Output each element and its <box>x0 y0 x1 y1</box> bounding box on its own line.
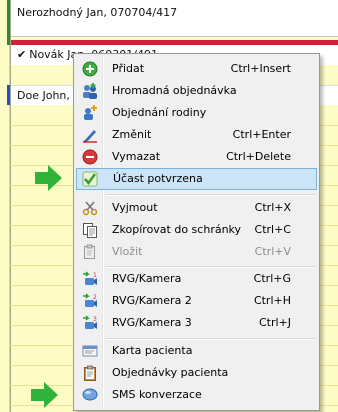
appointment-patient-label: Nerozhodný Jan, 070704/417 <box>17 6 178 19</box>
svg-text:3: 3 <box>93 316 97 323</box>
menu-separator <box>106 194 316 196</box>
menu-item-rvg-kamera[interactable]: 1 RVG/Kamera Ctrl+G <box>76 268 317 290</box>
menu-item-shortcut: Ctrl+Delete <box>226 150 291 163</box>
cut-icon <box>82 201 98 216</box>
green-arrow-icon <box>35 165 62 191</box>
menu-item-label: Vymazat <box>112 150 161 163</box>
menu-item-label: Změnit <box>112 128 152 141</box>
confirm-check-icon <box>82 171 98 187</box>
menu-item-shortcut: Ctrl+J <box>258 316 291 329</box>
menu-item-label: RVG/Kamera 3 <box>112 316 192 329</box>
menu-item-label: Karta pacienta <box>112 344 193 357</box>
menu-item-hromadna-objednavka[interactable]: Hromadná objednávka <box>76 80 317 102</box>
menu-item-ucast-potvrzena[interactable]: Účast potvrzena <box>76 168 317 190</box>
patient-card-icon <box>82 345 98 357</box>
menu-item-sms-konverzace[interactable]: SMS konverzace <box>76 384 317 406</box>
add-icon <box>82 61 98 77</box>
group-order-icon <box>83 83 97 99</box>
menu-item-karta-pacienta[interactable]: Karta pacienta <box>76 340 317 362</box>
menu-item-label: Účast potvrzena <box>113 172 203 185</box>
menu-item-pridat[interactable]: Přidat Ctrl+Insert <box>76 58 317 80</box>
status-bar-green <box>7 0 10 45</box>
menu-item-shortcut: Ctrl+Enter <box>232 128 291 141</box>
menu-item-label: Vyjmout <box>112 201 158 214</box>
menu-item-label: SMS konverzace <box>112 388 202 401</box>
rvg-camera-3-icon: 3 <box>83 315 97 329</box>
menu-item-label: Objednávky pacienta <box>112 366 229 379</box>
green-arrow-icon <box>31 382 58 408</box>
patient-orders-icon <box>84 365 96 381</box>
menu-item-vyjmout[interactable]: Vyjmout Ctrl+X <box>76 197 317 219</box>
menu-item-objednavky-pacienta[interactable]: Objednávky pacienta <box>76 362 317 384</box>
menu-item-shortcut: Ctrl+V <box>254 245 291 258</box>
check-icon: ✔ <box>17 48 27 61</box>
schedule-left-strip <box>0 0 10 412</box>
svg-text:1: 1 <box>93 272 97 279</box>
menu-item-vlozit[interactable]: Vložit Ctrl+V <box>76 241 317 263</box>
menu-item-label: Přidat <box>112 62 145 75</box>
paste-icon <box>84 244 95 259</box>
menu-item-rvg-kamera-2[interactable]: 2 RVG/Kamera 2 Ctrl+H <box>76 290 317 312</box>
menu-item-shortcut: Ctrl+Insert <box>230 62 291 75</box>
menu-item-label: RVG/Kamera 2 <box>112 294 192 307</box>
svg-text:2: 2 <box>93 294 97 301</box>
rvg-camera-1-icon: 1 <box>83 271 97 285</box>
context-menu: Přidat Ctrl+Insert Hromadná objednávka O… <box>73 53 320 411</box>
menu-item-label: Zkopírovat do schránky <box>112 223 242 236</box>
rvg-camera-2-icon: 2 <box>83 293 97 307</box>
menu-item-label: Objednání rodiny <box>112 106 207 119</box>
menu-item-rvg-kamera-3[interactable]: 3 RVG/Kamera 3 Ctrl+J <box>76 312 317 334</box>
menu-item-objednani-rodiny[interactable]: Objednání rodiny <box>76 102 317 124</box>
menu-item-shortcut: Ctrl+G <box>253 272 291 285</box>
edit-icon <box>83 130 97 143</box>
delete-icon <box>82 149 98 165</box>
status-bar-blue <box>7 85 10 105</box>
menu-item-zmenit[interactable]: Změnit Ctrl+Enter <box>76 124 317 146</box>
menu-item-zkopirovat[interactable]: Zkopírovat do schránky Ctrl+C <box>76 219 317 241</box>
menu-item-label: Hromadná objednávka <box>112 84 237 97</box>
menu-item-label: RVG/Kamera <box>112 272 182 285</box>
menu-item-vymazat[interactable]: Vymazat Ctrl+Delete <box>76 146 317 168</box>
menu-item-shortcut: Ctrl+X <box>254 201 291 214</box>
menu-item-label: Vložit <box>112 245 143 258</box>
menu-item-shortcut: Ctrl+H <box>253 294 291 307</box>
appointment-block[interactable]: Nerozhodný Jan, 070704/417 <box>11 0 338 37</box>
appointment-patient-label: Doe John, C <box>17 89 82 102</box>
menu-item-shortcut: Ctrl+C <box>254 223 291 236</box>
sms-bubble-icon <box>82 388 98 401</box>
family-order-icon <box>84 105 97 120</box>
copy-icon <box>83 223 97 238</box>
